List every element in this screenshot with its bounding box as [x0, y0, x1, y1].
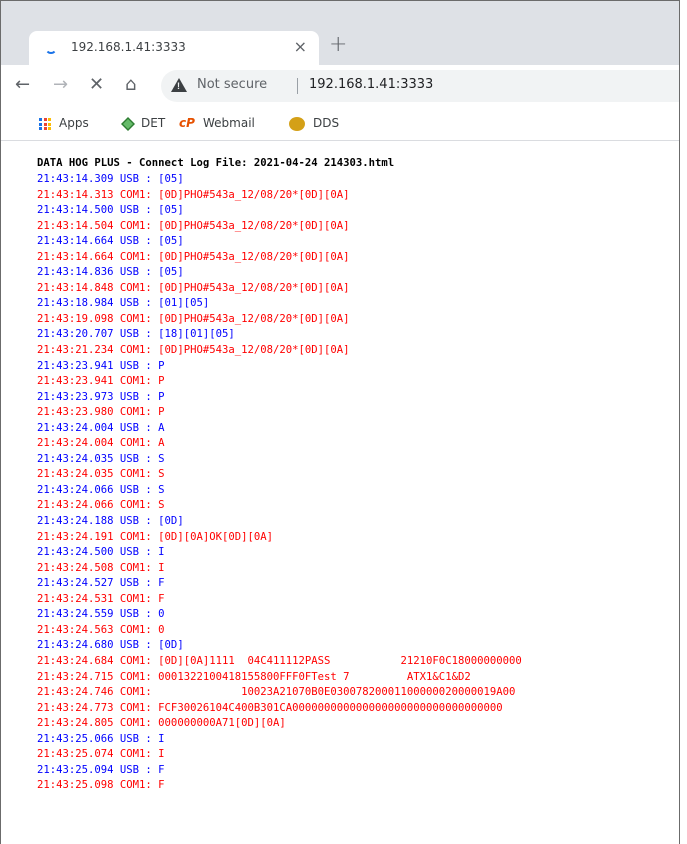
tab-strip: 192.168.1.41:3333 × +: [1, 1, 679, 65]
log-line-com: 21:43:25.098 COM1: F: [37, 779, 165, 792]
log-line-usb: 21:43:14.664 USB : [05]: [37, 235, 184, 248]
log-line-com: 21:43:21.234 COM1: [0D]PHO#543a_12/08/20…: [37, 344, 350, 357]
log-line-com: 21:43:24.066 COM1: S: [37, 499, 165, 512]
log-line-com: 21:43:24.035 COM1: S: [37, 468, 165, 481]
security-label[interactable]: Not secure: [197, 77, 267, 92]
log-line-com: 21:43:23.980 COM1: P: [37, 406, 165, 419]
log-line-usb: 21:43:24.527 USB : F: [37, 577, 165, 590]
log-line-com: 21:43:24.563 COM1: 0: [37, 623, 165, 636]
browser-tab[interactable]: 192.168.1.41:3333 ×: [29, 31, 319, 65]
dds-icon[interactable]: [289, 117, 305, 131]
log-line-com: 21:43:25.074 COM1: I: [37, 748, 165, 761]
log-line-com: 21:43:24.004 COM1: A: [37, 437, 165, 450]
log-line-usb: 21:43:14.836 USB : [05]: [37, 266, 184, 279]
log-line-usb: 21:43:24.559 USB : 0: [37, 608, 165, 621]
loading-spinner-icon: [45, 42, 57, 54]
tab-close-icon[interactable]: ×: [294, 37, 307, 56]
apps-grid-icon[interactable]: [39, 118, 51, 130]
log-line-com: 21:43:24.773 COM1: FCF30026104C400B301CA…: [37, 701, 503, 714]
log-line-com: 21:43:14.848 COM1: [0D]PHO#543a_12/08/20…: [37, 281, 350, 294]
log-list: 21:43:14.309 USB : [05] 21:43:14.313 COM1…: [37, 172, 522, 794]
log-line-usb: 21:43:24.035 USB : S: [37, 452, 165, 465]
log-line-usb: 21:43:24.004 USB : A: [37, 421, 165, 434]
log-line-com: 21:43:24.508 COM1: I: [37, 561, 165, 574]
log-line-com: 21:43:19.098 COM1: [0D]PHO#543a_12/08/20…: [37, 312, 350, 325]
new-tab-button[interactable]: +: [329, 32, 347, 57]
browser-window: 192.168.1.41:3333 × + ← → ✕ ⌂ ! Not secu…: [0, 0, 680, 844]
log-line-usb: 21:43:20.707 USB : [18][01][05]: [37, 328, 235, 341]
bookmarks-bar: Apps DET cP Webmail DDS: [1, 107, 679, 141]
warning-mark: !: [177, 81, 180, 91]
log-title: DATA HOG PLUS - Connect Log File: 2021-0…: [37, 157, 395, 169]
log-line-com: 21:43:14.313 COM1: [0D]PHO#543a_12/08/20…: [37, 188, 350, 201]
log-line-usb: 21:43:25.094 USB : F: [37, 763, 165, 776]
home-icon[interactable]: ⌂: [125, 74, 136, 95]
log-line-usb: 21:43:14.500 USB : [05]: [37, 204, 184, 217]
log-line-usb: 21:43:18.984 USB : [01][05]: [37, 297, 210, 310]
log-line-usb: 21:43:24.500 USB : I: [37, 546, 165, 559]
det-icon[interactable]: [121, 117, 135, 131]
address-separator: [297, 78, 298, 94]
browser-toolbar: ← → ✕ ⌂ ! Not secure 192.168.1.41:3333: [1, 65, 679, 107]
log-line-usb: 21:43:25.066 USB : I: [37, 732, 165, 745]
log-line-usb: 21:43:24.680 USB : [0D]: [37, 639, 184, 652]
log-line-com: 21:43:14.504 COM1: [0D]PHO#543a_12/08/20…: [37, 219, 350, 232]
page-content: DATA HOG PLUS - Connect Log File: 2021-0…: [1, 141, 679, 844]
bookmark-det[interactable]: DET: [141, 116, 165, 130]
log-line-com: 21:43:24.715 COM1: 0001322100418155800FF…: [37, 670, 471, 683]
log-line-usb: 21:43:14.309 USB : [05]: [37, 173, 184, 185]
log-line-com: 21:43:24.191 COM1: [0D][0A]OK[0D][0A]: [37, 530, 273, 543]
forward-arrow-icon[interactable]: →: [53, 74, 68, 95]
log-line-usb: 21:43:23.973 USB : P: [37, 390, 165, 403]
log-line-com: 21:43:24.805 COM1: 000000000A71[0D][0A]: [37, 717, 286, 730]
stop-loading-icon[interactable]: ✕: [89, 74, 104, 95]
cpanel-icon[interactable]: cP: [179, 116, 195, 130]
url-text[interactable]: 192.168.1.41:3333: [309, 77, 433, 92]
bookmark-dds[interactable]: DDS: [313, 116, 339, 130]
bookmark-apps[interactable]: Apps: [59, 116, 89, 130]
log-line-com: 21:43:24.684 COM1: [0D][0A]1111 04C41111…: [37, 654, 522, 667]
log-line-com: 21:43:14.664 COM1: [0D]PHO#543a_12/08/20…: [37, 250, 350, 263]
address-bar[interactable]: ! Not secure 192.168.1.41:3333: [161, 70, 679, 102]
log-line-usb: 21:43:23.941 USB : P: [37, 359, 165, 372]
back-arrow-icon[interactable]: ←: [15, 74, 30, 95]
log-line-usb: 21:43:24.066 USB : S: [37, 483, 165, 496]
log-line-com: 21:43:24.531 COM1: F: [37, 592, 165, 605]
log-line-com: 21:43:24.746 COM1: 10023A21070B0E0300782…: [37, 686, 516, 699]
tab-title: 192.168.1.41:3333: [71, 40, 186, 54]
bookmark-webmail[interactable]: Webmail: [203, 116, 255, 130]
log-line-com: 21:43:23.941 COM1: P: [37, 375, 165, 388]
log-line-usb: 21:43:24.188 USB : [0D]: [37, 515, 184, 528]
